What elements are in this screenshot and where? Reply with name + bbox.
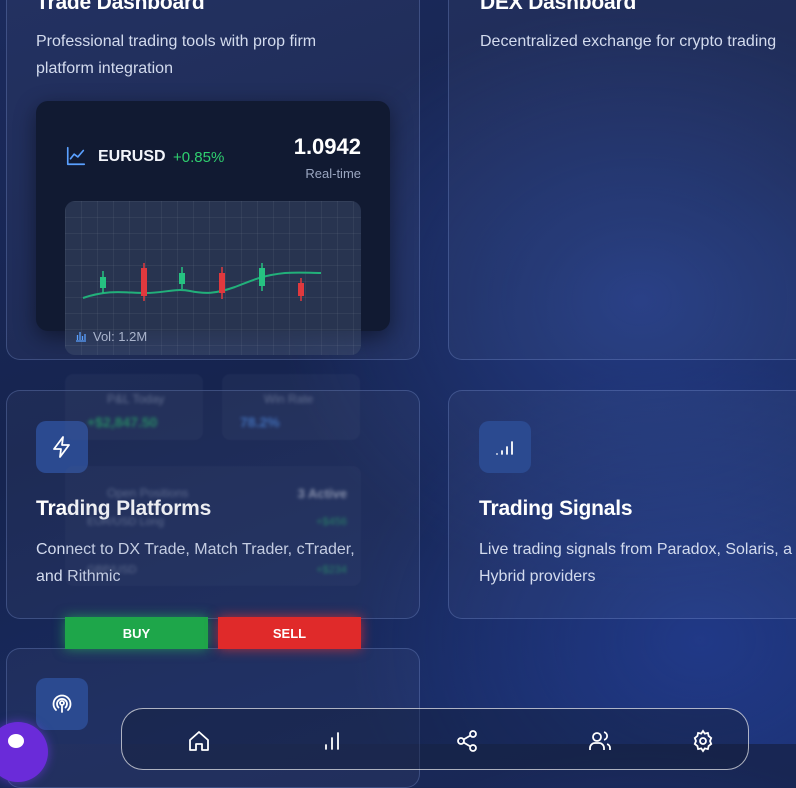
ghost-pnl-panel: P&L Today +$2,847.50 — [65, 374, 203, 440]
line-chart-icon — [65, 145, 87, 172]
users-icon[interactable] — [588, 729, 612, 753]
card-description: Decentralized exchange for crypto tradin… — [480, 33, 777, 50]
podcast-icon — [36, 678, 88, 730]
ghost-pnl-value: +$2,847.50 — [87, 414, 158, 430]
desc-line-2: platform integration — [36, 60, 173, 77]
ghost-winrate-value: 78.2% — [240, 414, 280, 430]
candlestick-chart[interactable]: Vol: 1.2M — [65, 201, 361, 355]
price-label: Real-time — [305, 166, 361, 181]
symbol-label: EURUSD — [98, 148, 166, 165]
card-title: DEX Dashboard — [480, 0, 637, 14]
ghost-pnl-label: P&L Today — [107, 392, 165, 406]
buy-button[interactable]: BUY — [65, 617, 208, 649]
trading-signals-card[interactable]: Trading Signals Live trading signals fro… — [448, 390, 796, 619]
price-value: 1.0942 — [293, 134, 361, 159]
volume-label: Vol: 1.2M — [93, 329, 148, 344]
card-title: Trade Dashboard — [36, 0, 205, 14]
card-description: Live trading signals from Paradox, Solar… — [479, 536, 792, 590]
chat-icon — [8, 734, 24, 748]
volume-icon — [75, 329, 87, 347]
settings-icon[interactable] — [691, 729, 715, 753]
trend-line — [82, 271, 322, 299]
desc-line-2: Hybrid providers — [479, 568, 596, 585]
ghost-row-value: +$234 — [316, 564, 347, 576]
dex-dashboard-card[interactable]: DEX Dashboard Decentralized exchange for… — [448, 0, 796, 360]
ghost-positions-label: Open Positions — [107, 486, 189, 500]
signal-icon — [479, 421, 531, 473]
bar-chart-icon[interactable] — [320, 729, 344, 753]
candle-6 — [298, 278, 304, 301]
candle-3 — [179, 267, 185, 289]
ghost-row-value: +$456 — [316, 516, 347, 528]
candle-2 — [141, 263, 147, 301]
ghost-positions-panel: Open Positions 3 Active EUR/USD Long +$4… — [65, 466, 361, 586]
ghost-winrate-panel: Win Rate 78.2% — [222, 374, 360, 440]
home-icon[interactable] — [187, 729, 211, 753]
candle-1 — [100, 271, 106, 293]
share-icon[interactable] — [455, 729, 479, 753]
sell-button[interactable]: SELL — [218, 617, 361, 649]
desc-line-1: Live trading signals from Paradox, Solar… — [479, 541, 793, 558]
change-label: +0.85% — [173, 149, 225, 166]
ghost-winrate-label: Win Rate — [264, 392, 314, 406]
bottom-nav-bar — [121, 708, 749, 770]
ghost-row-label: GBP/USD — [87, 564, 137, 576]
ghost-positions-value: 3 Active — [297, 486, 347, 501]
card-title: Trading Signals — [479, 497, 633, 520]
desc-line-1: Professional trading tools with prop fir… — [36, 33, 317, 50]
card-description: Professional trading tools with prop fir… — [36, 28, 316, 82]
ghost-row-label: EUR/USD Long — [87, 516, 165, 528]
candle-5 — [259, 263, 265, 291]
candle-4 — [219, 267, 225, 299]
